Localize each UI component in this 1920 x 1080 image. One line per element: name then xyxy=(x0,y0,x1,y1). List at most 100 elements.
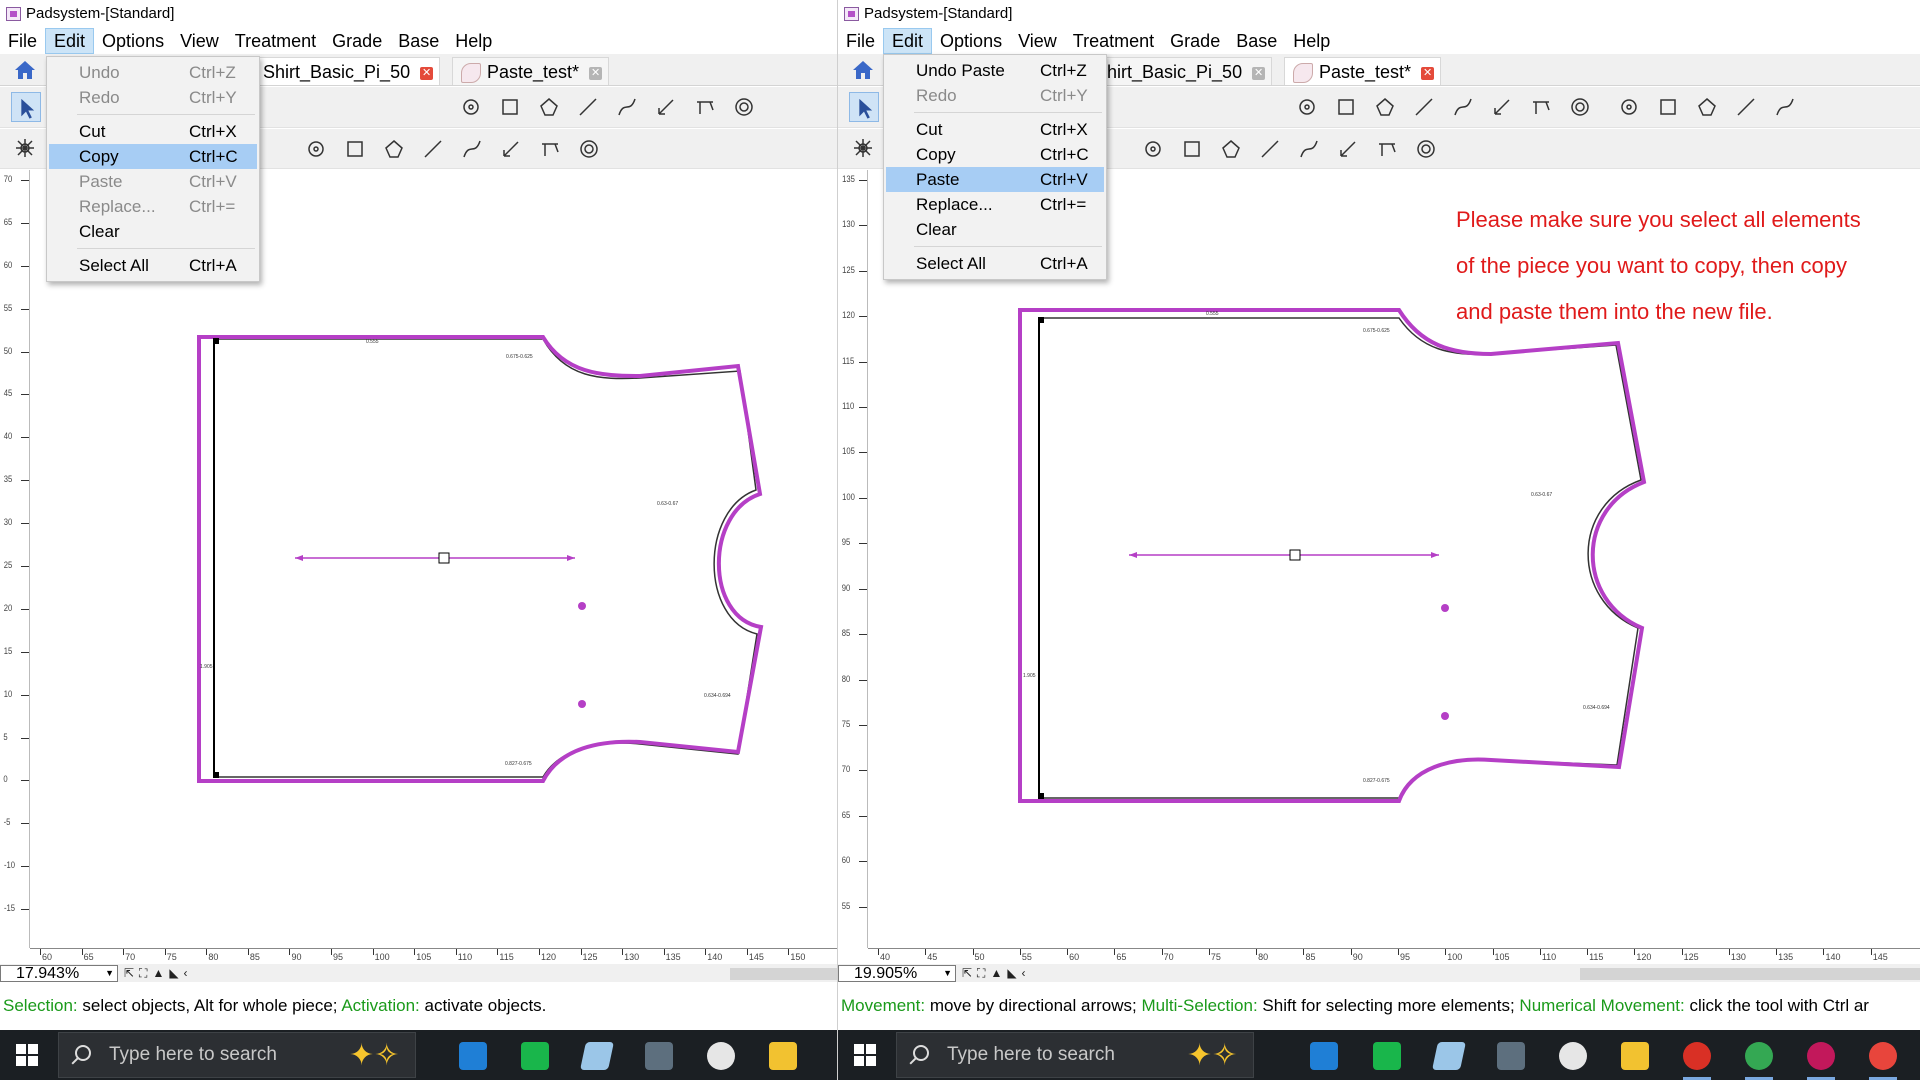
paint-app-icon[interactable] xyxy=(1559,1042,1587,1070)
menu-item-undo[interactable]: Undo Ctrl+Z xyxy=(47,60,259,85)
fold-tool-icon[interactable] xyxy=(500,138,522,160)
chrome-app-icon[interactable] xyxy=(1745,1042,1773,1080)
hem-tool-icon[interactable] xyxy=(578,138,600,160)
horizontal-scrollbar[interactable] xyxy=(1580,968,1920,980)
chrome-app-icon[interactable] xyxy=(1683,1042,1711,1080)
taskbar-search-box[interactable]: Type here to search ✦✧ xyxy=(58,1032,416,1078)
close-tab-icon[interactable]: ✕ xyxy=(420,66,434,80)
line-tool-icon[interactable] xyxy=(1413,96,1435,118)
tab-shirt-basic[interactable]: Shirt_Basic_Pi_50 ✕ xyxy=(254,57,441,85)
drawing-canvas[interactable]: 0.555 0.675-0.625 0.63-0.67 0.634-0.694 … xyxy=(869,170,1920,948)
cross-tool-icon[interactable] xyxy=(1735,96,1757,118)
pleat-tool-icon[interactable] xyxy=(461,138,483,160)
notch-point[interactable] xyxy=(578,602,586,610)
line-tool-icon[interactable] xyxy=(577,96,599,118)
menu-item-select-all[interactable]: Select All Ctrl+A xyxy=(884,251,1106,276)
vertical-align-icon[interactable] xyxy=(1618,96,1640,118)
close-tab-icon[interactable]: ✕ xyxy=(1252,66,1266,80)
edge-tool-icon[interactable] xyxy=(1376,138,1398,160)
view-controls-icon[interactable]: ⇱⛶▲◣‹ xyxy=(962,966,1031,980)
menu-view[interactable]: View xyxy=(172,28,227,54)
notes-app-icon[interactable] xyxy=(580,1042,614,1070)
zoom-select[interactable]: 17.943% xyxy=(0,965,118,982)
corner-point[interactable] xyxy=(1038,317,1044,323)
chrome-profile-icon[interactable] xyxy=(1869,1042,1897,1080)
menu-help[interactable]: Help xyxy=(1285,28,1338,54)
windows-start-icon[interactable] xyxy=(854,1044,876,1066)
polygon-tool-icon[interactable] xyxy=(538,96,560,118)
menu-base[interactable]: Base xyxy=(1228,28,1285,54)
view-controls-icon[interactable]: ⇱⛶▲◣‹ xyxy=(124,966,193,980)
fit-width-icon[interactable] xyxy=(344,138,366,160)
menu-item-paste[interactable]: Paste Ctrl+V xyxy=(886,167,1104,192)
close-tab-icon[interactable]: ✕ xyxy=(1421,66,1435,80)
fit-width-icon[interactable] xyxy=(1181,138,1203,160)
menu-view[interactable]: View xyxy=(1010,28,1065,54)
menu-item-clear[interactable]: Clear xyxy=(884,217,1106,242)
rectangle-tool-icon[interactable] xyxy=(1335,96,1357,118)
diamond-point-icon[interactable] xyxy=(1259,138,1281,160)
word-app-icon[interactable] xyxy=(459,1042,487,1070)
menu-base[interactable]: Base xyxy=(390,28,447,54)
close-tab-icon[interactable]: ✕ xyxy=(589,66,603,80)
line-app-icon[interactable] xyxy=(1373,1042,1401,1070)
menu-options[interactable]: Options xyxy=(94,28,172,54)
pattern-piece-left[interactable]: 0.555 0.675-0.625 0.63-0.67 0.634-0.694 … xyxy=(31,170,837,948)
select-tool-button[interactable] xyxy=(11,92,41,122)
file-explorer-icon[interactable] xyxy=(1621,1042,1649,1070)
menu-grade[interactable]: Grade xyxy=(1162,28,1228,54)
diamond-point-icon[interactable] xyxy=(422,138,444,160)
select-tool-button[interactable] xyxy=(849,92,879,122)
taskbar-search-box[interactable]: Type here to search ✦✧ xyxy=(896,1032,1254,1078)
menu-item-redo[interactable]: Redo Ctrl+Y xyxy=(884,83,1106,108)
windows-start-icon[interactable] xyxy=(16,1044,38,1066)
notch-point[interactable] xyxy=(578,700,586,708)
menu-help[interactable]: Help xyxy=(447,28,500,54)
target-tool-icon[interactable] xyxy=(733,96,755,118)
menu-item-cut[interactable]: Cut Ctrl+X xyxy=(47,119,259,144)
corner-tool-icon[interactable] xyxy=(1696,96,1718,118)
area-fill-icon[interactable] xyxy=(1142,138,1164,160)
grid-snap-icon[interactable] xyxy=(14,137,36,159)
piece-center-handle[interactable] xyxy=(438,552,450,564)
menu-grade[interactable]: Grade xyxy=(324,28,390,54)
rectangle-tool-icon[interactable] xyxy=(499,96,521,118)
menu-treatment[interactable]: Treatment xyxy=(227,28,324,54)
menu-item-copy[interactable]: Copy Ctrl+C xyxy=(884,142,1106,167)
menu-item-paste[interactable]: Paste Ctrl+V xyxy=(47,169,259,194)
horizontal-scrollbar[interactable] xyxy=(730,968,837,980)
fold-tool-icon[interactable] xyxy=(1337,138,1359,160)
notes-app-icon[interactable] xyxy=(1432,1042,1466,1070)
menu-item-redo[interactable]: Redo Ctrl+Y xyxy=(47,85,259,110)
menu-treatment[interactable]: Treatment xyxy=(1065,28,1162,54)
menu-options[interactable]: Options xyxy=(932,28,1010,54)
notch-point[interactable] xyxy=(1441,604,1449,612)
piece-selected-outline[interactable] xyxy=(197,335,764,783)
edit-point-icon[interactable] xyxy=(1491,96,1513,118)
triangle-notch-icon[interactable] xyxy=(1220,138,1242,160)
corner-point[interactable] xyxy=(213,338,219,344)
notch-point[interactable] xyxy=(1441,712,1449,720)
split-tool-icon[interactable] xyxy=(1657,96,1679,118)
menu-edit[interactable]: Edit xyxy=(883,28,933,54)
area-fill-icon[interactable] xyxy=(305,138,327,160)
word-app-icon[interactable] xyxy=(1310,1042,1338,1070)
menu-item-undo-paste[interactable]: Undo Paste Ctrl+Z xyxy=(884,58,1106,83)
menu-edit[interactable]: Edit xyxy=(45,28,95,54)
copilot-sparkle-icon[interactable]: ✦✧ xyxy=(349,1039,399,1073)
corner-point[interactable] xyxy=(1038,793,1044,799)
calculator-app-icon[interactable] xyxy=(1497,1042,1525,1070)
curve-tool-icon[interactable] xyxy=(616,96,638,118)
piece-center-handle[interactable] xyxy=(1289,549,1301,561)
menu-item-replace[interactable]: Replace... Ctrl+= xyxy=(884,192,1106,217)
menu-item-replace[interactable]: Replace... Ctrl+= xyxy=(47,194,259,219)
copilot-sparkle-icon[interactable]: ✦✧ xyxy=(1187,1039,1237,1073)
menu-item-clear[interactable]: Clear xyxy=(47,219,259,244)
tab-shirt-basic[interactable]: hirt_Basic_Pi_50 ✕ xyxy=(1098,57,1273,85)
menu-file[interactable]: File xyxy=(838,28,883,54)
dart-tool-icon[interactable] xyxy=(694,96,716,118)
menu-item-select-all[interactable]: Select All Ctrl+A xyxy=(47,253,259,278)
target-tool-icon[interactable] xyxy=(1569,96,1591,118)
box-select-icon[interactable] xyxy=(1774,96,1796,118)
home-icon[interactable] xyxy=(13,58,37,82)
